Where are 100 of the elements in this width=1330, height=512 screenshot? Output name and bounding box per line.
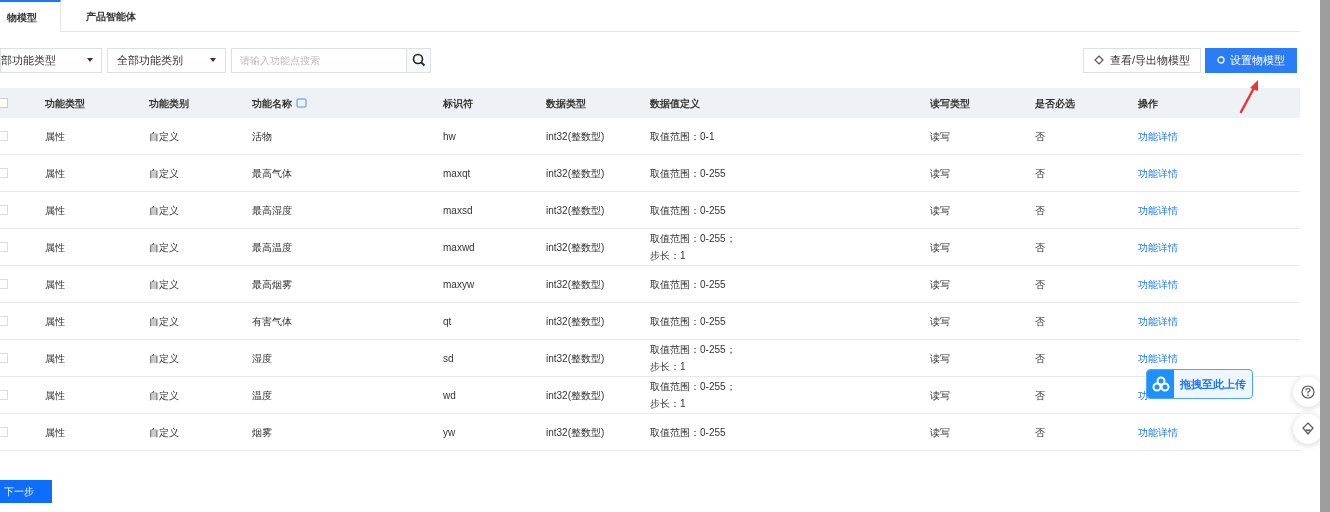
column-header: 功能名称: [252, 96, 292, 111]
select-value: 部功能类型: [1, 52, 56, 68]
table-cell: 湿度: [252, 352, 272, 364]
assistant-button[interactable]: [1293, 414, 1323, 444]
table-cell: 否: [1035, 204, 1045, 216]
table-cell: 自定义: [149, 130, 179, 142]
table-cell: 温度: [252, 389, 272, 401]
table-cell: 自定义: [149, 167, 179, 179]
table-cell: 属性: [45, 352, 65, 364]
details-link[interactable]: 功能详情: [1138, 426, 1178, 438]
table-cell: 自定义: [149, 278, 179, 290]
setup-button[interactable]: 设置物模型: [1205, 47, 1297, 73]
table-cell: wd: [443, 389, 456, 401]
table-cell: hw: [443, 130, 456, 142]
table-cell: 自定义: [149, 352, 179, 364]
table-cell: 活物: [252, 130, 272, 142]
table-cell: 自定义: [149, 315, 179, 327]
table-cell: 属性: [45, 426, 65, 438]
category-select[interactable]: 全部功能类别: [107, 47, 226, 73]
upload-badge[interactable]: 拖拽至此上传: [1146, 369, 1253, 399]
checkbox[interactable]: [0, 316, 8, 326]
checkbox[interactable]: [0, 205, 8, 215]
table-cell: 读写: [930, 241, 950, 253]
table-cell: qt: [443, 315, 452, 327]
table-cell: 取值范围：0-255； 步长：1: [650, 344, 736, 372]
table-cell: yw: [443, 426, 456, 438]
search-icon: [411, 53, 426, 67]
table-cell: 读写: [930, 389, 950, 401]
table-cell: 取值范围：0-255； 步长：1: [650, 381, 736, 409]
details-link[interactable]: 功能详情: [1138, 315, 1178, 327]
details-link[interactable]: 功能详情: [1138, 241, 1178, 253]
scrollbar[interactable]: [1320, 0, 1330, 512]
details-link[interactable]: 功能详情: [1138, 352, 1178, 364]
table-cell: 有害气体: [252, 315, 292, 327]
table-cell: 自定义: [149, 426, 179, 438]
table-cell: 属性: [45, 167, 65, 179]
checkbox[interactable]: [0, 353, 8, 363]
column-header: 功能类型: [45, 96, 85, 111]
table-cell: 取值范围：0-255: [650, 315, 726, 327]
table-cell: int32(整数型): [546, 315, 605, 327]
column-header: 标识符: [443, 96, 473, 111]
table-cell: 取值范围：0-255: [650, 426, 726, 438]
column-header: 是否必选: [1035, 96, 1075, 111]
checkbox[interactable]: [0, 168, 8, 178]
details-link[interactable]: 功能详情: [1138, 167, 1178, 179]
table-cell: 读写: [930, 130, 950, 142]
column-header: 数据值定义: [650, 96, 700, 111]
table-cell: 最高温度: [252, 241, 292, 253]
table-cell: 否: [1035, 315, 1045, 327]
table-cell: 属性: [45, 278, 65, 290]
column-header: 功能类别: [149, 96, 189, 111]
table-cell: int32(整数型): [546, 426, 605, 438]
checkbox[interactable]: [0, 242, 8, 252]
column-header: 数据类型: [546, 96, 586, 111]
table-cell: maxqt: [443, 167, 471, 179]
tab[interactable]: 物模型: [0, 0, 61, 32]
table-cell: 属性: [45, 130, 65, 142]
checkbox[interactable]: [0, 427, 8, 437]
table-cell: 最高湿度: [252, 204, 292, 216]
table-cell: 读写: [930, 352, 950, 364]
caret-icon: [210, 58, 216, 62]
table-cell: 否: [1035, 278, 1045, 290]
details-link[interactable]: 功能详情: [1138, 278, 1178, 290]
table-cell: 自定义: [149, 204, 179, 216]
upload-label: 拖拽至此上传: [1179, 376, 1247, 392]
search-button[interactable]: [407, 47, 431, 73]
checkbox[interactable]: [0, 98, 8, 108]
table-cell: 取值范围：0-255； 步长：1: [650, 233, 736, 261]
circle-icon: [1217, 56, 1225, 64]
table-cell: 最高烟雾: [252, 278, 292, 290]
table-cell: 读写: [930, 278, 950, 290]
checkbox[interactable]: [0, 131, 8, 141]
table-cell: 否: [1035, 389, 1045, 401]
details-link[interactable]: 功能详情: [1138, 204, 1178, 216]
table-cell: int32(整数型): [546, 241, 605, 253]
details-link[interactable]: 功能详情: [1138, 130, 1178, 142]
table-cell: maxyw: [443, 278, 475, 290]
column-header: 读写类型: [930, 96, 970, 111]
type-select[interactable]: 部功能类型: [0, 47, 102, 73]
table-cell: int32(整数型): [546, 278, 605, 290]
table-cell: 取值范围：0-255: [650, 167, 726, 179]
table-cell: sd: [443, 352, 454, 364]
table-cell: 烟雾: [252, 426, 272, 438]
table-cell: int32(整数型): [546, 389, 605, 401]
checkbox[interactable]: [0, 390, 8, 400]
table-cell: 读写: [930, 167, 950, 179]
next-button[interactable]: 下一步: [0, 480, 52, 503]
export-button[interactable]: 查看/导出物模型: [1082, 47, 1201, 73]
table-cell: 否: [1035, 130, 1045, 142]
table-cell: 否: [1035, 426, 1045, 438]
table-cell: 否: [1035, 352, 1045, 364]
caret-icon: [87, 58, 93, 62]
help-button[interactable]: [1293, 377, 1323, 407]
table-cell: 读写: [930, 426, 950, 438]
diamond-icon: [1093, 55, 1104, 65]
table-cell: 属性: [45, 204, 65, 216]
column-header: 操作: [1138, 96, 1158, 111]
tab[interactable]: 产品智能体: [61, 0, 161, 32]
table-cell: 最高气体: [252, 167, 292, 179]
checkbox[interactable]: [0, 279, 8, 289]
